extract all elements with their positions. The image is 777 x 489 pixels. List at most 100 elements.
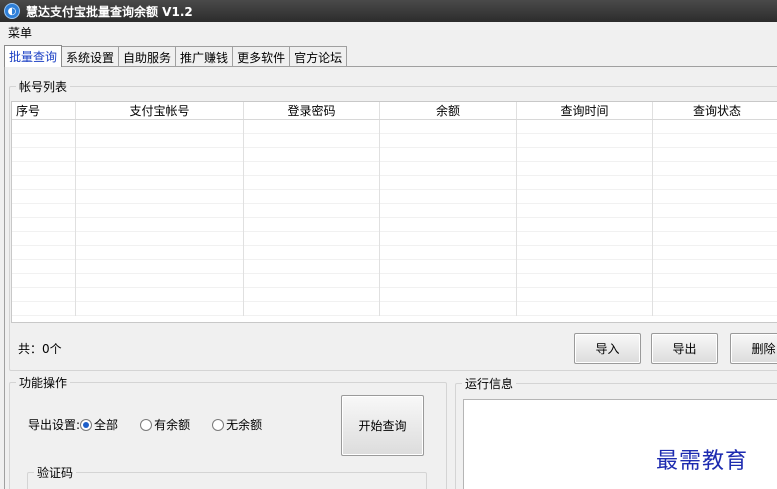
column-header-query-time[interactable]: 查询时间 bbox=[517, 102, 653, 119]
table-cell bbox=[244, 204, 380, 218]
table-row[interactable] bbox=[12, 260, 777, 274]
export-setting-label: 导出设置: bbox=[28, 418, 81, 432]
tab-official-forum[interactable]: 官方论坛 bbox=[289, 46, 348, 67]
table-cell bbox=[12, 232, 76, 246]
table-cell bbox=[76, 190, 244, 204]
column-header-password[interactable]: 登录密码 bbox=[244, 102, 380, 119]
menu-bar: 菜单 bbox=[0, 22, 777, 42]
table-cell bbox=[380, 162, 517, 176]
table-cell bbox=[653, 120, 777, 134]
tab-promotion[interactable]: 推广赚钱 bbox=[175, 46, 234, 67]
title-bar: ◐ 慧达支付宝批量查询余额 V1.2 bbox=[0, 0, 777, 22]
radio-label-no-balance: 无余额 bbox=[226, 418, 263, 432]
table-cell bbox=[517, 260, 653, 274]
table-cell bbox=[12, 190, 76, 204]
captcha-title: 验证码 bbox=[34, 464, 77, 481]
run-info-title: 运行信息 bbox=[462, 375, 517, 392]
radio-label-all: 全部 bbox=[94, 418, 119, 432]
table-row[interactable] bbox=[12, 148, 777, 162]
radio-label-has-balance: 有余额 bbox=[154, 418, 191, 432]
table-cell bbox=[380, 176, 517, 190]
table-cell bbox=[76, 120, 244, 134]
table-cell bbox=[517, 232, 653, 246]
table-cell bbox=[380, 274, 517, 288]
account-table[interactable]: 序号 支付宝帐号 登录密码 余额 查询时间 查询状态 bbox=[11, 101, 777, 323]
table-row[interactable] bbox=[12, 176, 777, 190]
table-row[interactable] bbox=[12, 190, 777, 204]
radio-circle-has-balance[interactable] bbox=[140, 418, 153, 431]
table-cell bbox=[12, 134, 76, 148]
table-cell bbox=[76, 148, 244, 162]
menu-item-menu[interactable]: 菜单 bbox=[8, 24, 32, 41]
table-cell bbox=[517, 162, 653, 176]
tab-system-settings[interactable]: 系统设置 bbox=[61, 46, 120, 67]
radio-no-balance[interactable]: 无余额 bbox=[212, 416, 262, 433]
table-cell bbox=[244, 232, 380, 246]
table-cell bbox=[380, 232, 517, 246]
table-row[interactable] bbox=[12, 134, 777, 148]
table-cell bbox=[244, 246, 380, 260]
table-cell bbox=[380, 120, 517, 134]
table-cell bbox=[76, 204, 244, 218]
table-cell bbox=[653, 246, 777, 260]
table-cell bbox=[244, 120, 380, 134]
table-cell bbox=[12, 302, 76, 316]
captcha-group: 验证码 bbox=[27, 464, 427, 489]
table-cell bbox=[517, 190, 653, 204]
radio-all[interactable]: 全部 bbox=[80, 416, 118, 433]
radio-circle-no-balance[interactable] bbox=[212, 418, 225, 431]
radio-has-balance[interactable]: 有余额 bbox=[140, 416, 190, 433]
tab-strip: 批量查询 系统设置 自助服务 推广赚钱 更多软件 官方论坛 bbox=[4, 45, 348, 67]
table-row[interactable] bbox=[12, 274, 777, 288]
account-list-title: 帐号列表 bbox=[16, 78, 71, 95]
table-cell bbox=[380, 148, 517, 162]
table-row[interactable] bbox=[12, 162, 777, 176]
table-cell bbox=[653, 190, 777, 204]
table-cell bbox=[380, 218, 517, 232]
tab-self-service[interactable]: 自助服务 bbox=[118, 46, 177, 67]
radio-circle-all[interactable] bbox=[80, 418, 93, 431]
table-cell bbox=[76, 218, 244, 232]
table-row[interactable] bbox=[12, 204, 777, 218]
table-cell bbox=[517, 176, 653, 190]
table-cell bbox=[244, 218, 380, 232]
table-cell bbox=[244, 260, 380, 274]
table-cell bbox=[12, 120, 76, 134]
table-row[interactable] bbox=[12, 302, 777, 316]
delete-button[interactable]: 删除 bbox=[730, 333, 777, 364]
table-row[interactable] bbox=[12, 246, 777, 260]
table-row[interactable] bbox=[12, 120, 777, 134]
table-body bbox=[12, 120, 777, 316]
table-cell bbox=[76, 288, 244, 302]
table-cell bbox=[517, 288, 653, 302]
column-header-query-status[interactable]: 查询状态 bbox=[653, 102, 777, 119]
tab-batch-query[interactable]: 批量查询 bbox=[4, 45, 63, 67]
table-cell bbox=[380, 302, 517, 316]
table-row[interactable] bbox=[12, 232, 777, 246]
function-ops-title: 功能操作 bbox=[16, 374, 71, 391]
table-cell bbox=[244, 302, 380, 316]
table-cell bbox=[653, 162, 777, 176]
table-cell bbox=[517, 120, 653, 134]
table-cell bbox=[380, 260, 517, 274]
table-cell bbox=[653, 176, 777, 190]
tab-more-software[interactable]: 更多软件 bbox=[232, 46, 291, 67]
table-cell bbox=[380, 288, 517, 302]
column-header-balance[interactable]: 余额 bbox=[380, 102, 517, 119]
column-header-index[interactable]: 序号 bbox=[12, 102, 76, 119]
table-cell bbox=[12, 218, 76, 232]
table-cell bbox=[380, 204, 517, 218]
import-button[interactable]: 导入 bbox=[574, 333, 641, 364]
table-row[interactable] bbox=[12, 218, 777, 232]
start-query-button[interactable]: 开始查询 bbox=[341, 395, 424, 456]
table-row[interactable] bbox=[12, 288, 777, 302]
table-cell bbox=[517, 148, 653, 162]
table-cell bbox=[76, 274, 244, 288]
table-cell bbox=[653, 260, 777, 274]
export-button[interactable]: 导出 bbox=[651, 333, 718, 364]
table-cell bbox=[244, 162, 380, 176]
column-header-alipay-account[interactable]: 支付宝帐号 bbox=[76, 102, 244, 119]
table-cell bbox=[12, 204, 76, 218]
table-cell bbox=[244, 176, 380, 190]
table-cell bbox=[76, 134, 244, 148]
